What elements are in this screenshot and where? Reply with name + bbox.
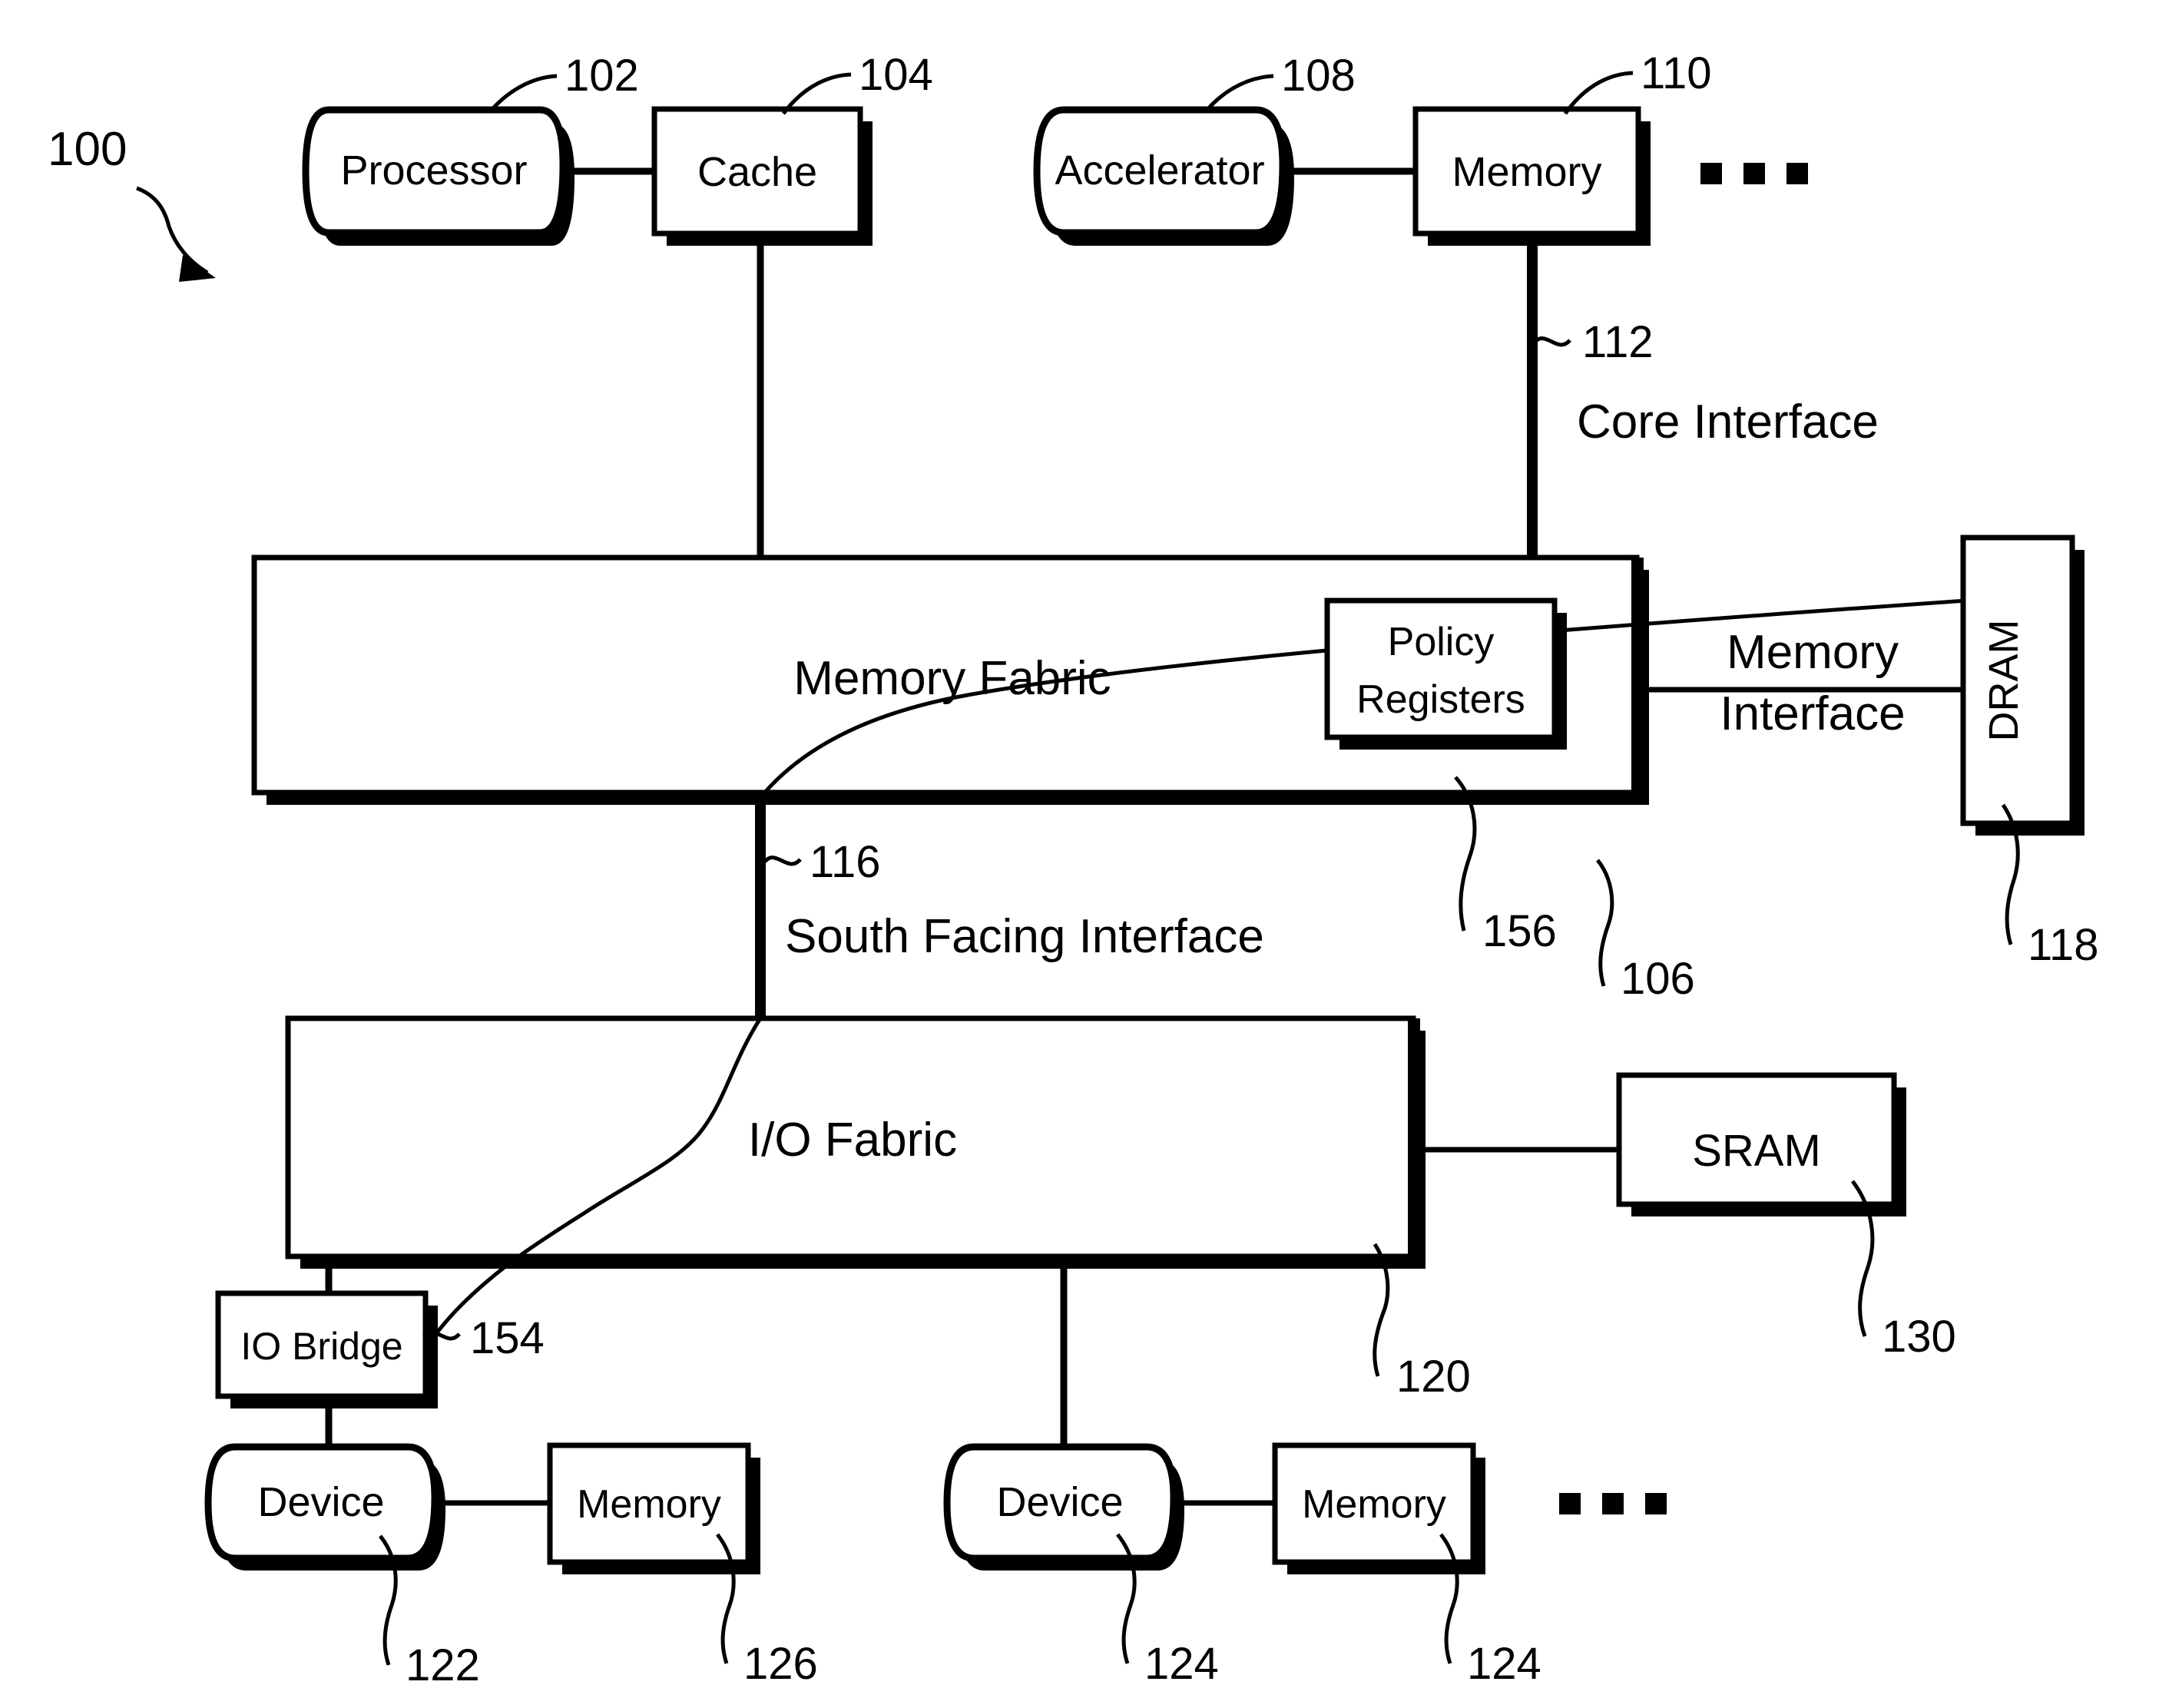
io-fabric-ref-label: 120 bbox=[1396, 1352, 1471, 1402]
south-facing-ref-leader bbox=[763, 856, 802, 866]
dram-label: DRAM bbox=[1981, 620, 2027, 742]
processor-block[interactable]: Processor bbox=[302, 106, 575, 246]
memory-interface-label-line2: Interface bbox=[1720, 687, 1905, 740]
dram-block[interactable]: DRAM bbox=[1960, 535, 2084, 836]
south-facing-label: South Facing Interface bbox=[785, 910, 1264, 963]
cache-block[interactable]: Cache bbox=[651, 106, 873, 246]
memory-fabric-right-edge bbox=[1631, 558, 1644, 796]
io-bridge-ref-label: 154 bbox=[470, 1313, 545, 1363]
figure-ref-100-arrowhead bbox=[179, 255, 216, 282]
sram-label: SRAM bbox=[1692, 1126, 1821, 1176]
ellipsis-square-2 bbox=[1743, 163, 1765, 184]
policy-registers-ref-label: 156 bbox=[1482, 906, 1557, 956]
io-bridge-label: IO Bridge bbox=[240, 1325, 402, 1368]
ellipsis-square-1 bbox=[1700, 163, 1722, 184]
device-1-label: Device bbox=[257, 1479, 384, 1525]
bottom-ellipsis-square-2 bbox=[1602, 1493, 1624, 1514]
figure-ref-100: 100 bbox=[48, 123, 216, 282]
core-interface-label: Core Interface bbox=[1577, 396, 1879, 449]
memory-fabric-ref-leader bbox=[1596, 859, 1614, 987]
core-memory-ref-110: 110 bbox=[1563, 48, 1711, 115]
processor-label: Processor bbox=[340, 147, 527, 194]
top-row-ellipsis bbox=[1700, 163, 1808, 184]
io-bridge-ref-154: 154 bbox=[422, 1313, 545, 1363]
io-fabric-block[interactable]: I/O Fabric bbox=[285, 1015, 1426, 1269]
device-1-memory-label: Memory bbox=[577, 1482, 721, 1527]
accelerator-ref-108: 108 bbox=[1204, 51, 1356, 113]
io-bridge-block[interactable]: IO Bridge bbox=[215, 1290, 438, 1408]
io-fabric-right-edge bbox=[1408, 1018, 1420, 1259]
device-1-block[interactable]: Device bbox=[204, 1443, 445, 1571]
cache-label: Cache bbox=[697, 149, 817, 195]
core-interface-ref-leader bbox=[1533, 336, 1571, 347]
bottom-row-ellipsis bbox=[1559, 1493, 1667, 1514]
cache-ref-104: 104 bbox=[781, 50, 933, 115]
device-2-label: Device bbox=[996, 1479, 1123, 1525]
core-memory-label: Memory bbox=[1452, 149, 1601, 195]
processor-ref-102: 102 bbox=[490, 51, 639, 111]
core-memory-block[interactable]: Memory bbox=[1412, 106, 1651, 246]
figure-canvas: 100 Processor 102 Cache 104 Accelerator … bbox=[0, 0, 2159, 1708]
bottom-ellipsis-square-3 bbox=[1645, 1493, 1667, 1514]
sram-ref-label: 130 bbox=[1882, 1312, 1956, 1362]
device-2-ref-label: 124 bbox=[1144, 1639, 1219, 1689]
accelerator-ref-leader bbox=[1204, 74, 1274, 113]
figure-ref-100-leader bbox=[136, 186, 209, 275]
device-2-memory-label: Memory bbox=[1302, 1482, 1446, 1527]
processor-ref-leader bbox=[490, 74, 558, 111]
io-fabric-label: I/O Fabric bbox=[748, 1114, 957, 1167]
accelerator-block[interactable]: Accelerator bbox=[1033, 106, 1294, 246]
policy-registers-label-line1: Policy bbox=[1388, 620, 1495, 664]
core-memory-ref-label: 110 bbox=[1641, 48, 1711, 98]
south-facing-ref-116: 116 bbox=[763, 837, 880, 887]
device-1-ref-label: 122 bbox=[406, 1640, 480, 1690]
processor-ref-label: 102 bbox=[565, 51, 639, 101]
core-interface-ref-112: 112 bbox=[1533, 317, 1653, 367]
figure-ref-100-label: 100 bbox=[48, 123, 127, 176]
memory-fabric-ref-label: 106 bbox=[1621, 954, 1695, 1004]
ellipsis-square-3 bbox=[1786, 163, 1808, 184]
memory-fabric-ref-106: 106 bbox=[1596, 859, 1695, 1004]
memory-interface-label-line1: Memory bbox=[1727, 626, 1899, 679]
bottom-ellipsis-square-1 bbox=[1559, 1493, 1581, 1514]
dram-ref-label: 118 bbox=[2028, 920, 2098, 970]
device-1-memory-ref-label: 126 bbox=[743, 1639, 818, 1689]
policy-registers-block[interactable]: Policy Registers bbox=[1324, 597, 1567, 750]
policy-registers-label-line2: Registers bbox=[1356, 677, 1525, 722]
device-2-memory-ref-label: 124 bbox=[1467, 1639, 1541, 1689]
cache-ref-label: 104 bbox=[859, 50, 933, 100]
accelerator-ref-label: 108 bbox=[1281, 51, 1356, 101]
core-interface-ref-label: 112 bbox=[1582, 317, 1653, 367]
south-facing-ref-label: 116 bbox=[810, 837, 880, 887]
device-2-block[interactable]: Device bbox=[943, 1443, 1184, 1571]
accelerator-label: Accelerator bbox=[1055, 147, 1264, 194]
